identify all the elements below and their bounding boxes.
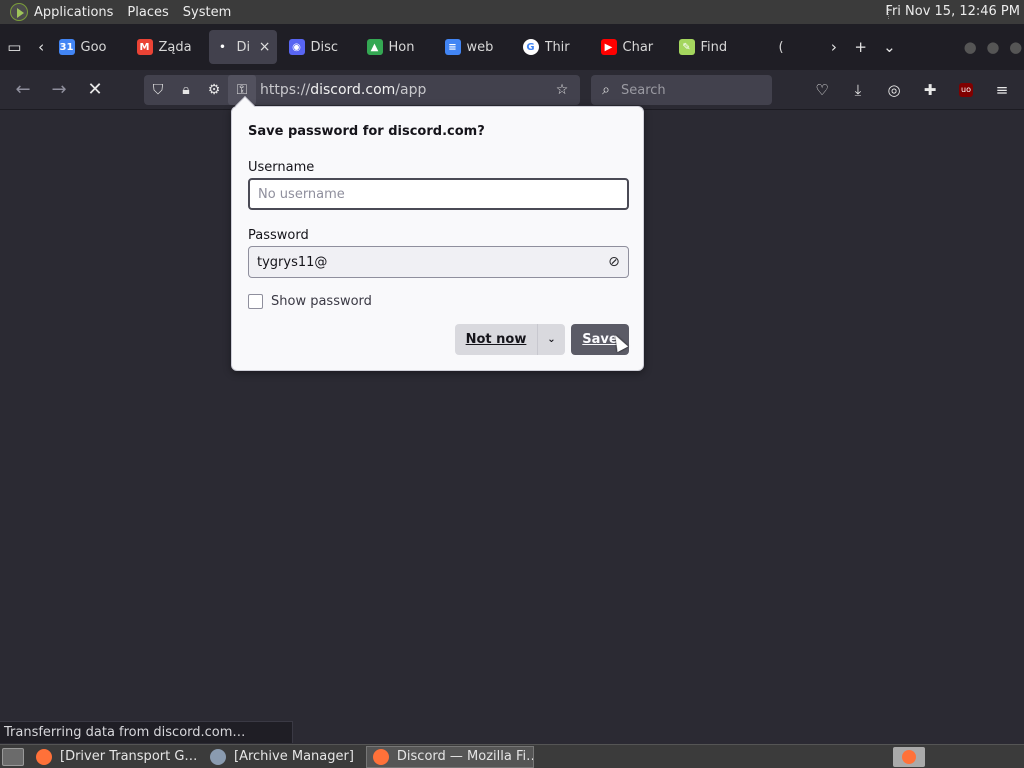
username-input[interactable]	[248, 178, 629, 210]
popup-title: Save password for discord.com?	[248, 124, 485, 139]
back-arrow-icon[interactable]: ←	[8, 75, 38, 105]
pen-icon: ✎	[678, 39, 695, 55]
close-tab-icon[interactable]: ×	[259, 39, 271, 55]
navigation-toolbar: ← → ✕ ⛉ 🔒︎ ⚙ ⚿ https://discord.com/app ☆…	[0, 70, 1024, 110]
password-label: Password	[248, 228, 309, 243]
firefox-icon	[902, 750, 916, 764]
save-password-popup: Save password for discord.com? Username …	[231, 96, 644, 371]
tab-4[interactable]: ▲ Hon	[361, 30, 433, 64]
tab-label: Di	[236, 39, 251, 55]
tracking-protection-shield-icon[interactable]: ⛉	[144, 75, 172, 105]
tab-label: web	[466, 39, 494, 55]
tab-8[interactable]: ✎ Find	[673, 30, 745, 64]
partial-tab-icon	[756, 39, 773, 55]
list-all-tabs-icon[interactable]: ⌄	[881, 34, 898, 60]
search-placeholder: Search	[621, 82, 666, 98]
google-docs-icon: 31	[58, 39, 75, 55]
lock-icon[interactable]: 🔒︎	[172, 75, 200, 105]
tray-firefox[interactable]	[893, 747, 925, 767]
tab-label: Żąda	[158, 39, 192, 55]
bookmark-star-icon[interactable]: ☆	[548, 75, 576, 105]
close-window-icon[interactable]: ●	[1007, 34, 1024, 60]
tab-5[interactable]: ≡ web	[439, 30, 511, 64]
maximize-window-icon[interactable]: ●	[985, 34, 1002, 60]
tab-1[interactable]: M Żąda	[131, 30, 203, 64]
tab-label: Goo	[80, 39, 107, 55]
tab-label: Disc	[310, 39, 339, 55]
password-value[interactable]: tygrys11@	[249, 255, 600, 270]
ublock-origin-icon[interactable]: uo	[948, 75, 984, 105]
clock[interactable]: Fri Nov 15, 12:46 PM	[885, 4, 1020, 19]
search-icon: ⌕	[602, 82, 610, 98]
show-password-checkbox[interactable]	[248, 294, 263, 309]
discord-icon: ◉	[288, 39, 305, 55]
tabs-scroll-right-icon[interactable]: ›	[826, 34, 843, 60]
hide-password-eye-icon[interactable]: ⊘	[600, 254, 628, 270]
show-password-row[interactable]: Show password	[248, 294, 372, 309]
distro-logo-icon[interactable]	[10, 3, 28, 21]
bottom-taskbar: [Driver Transport G… [Archive Manager] Dis…	[0, 744, 1024, 768]
taskbar-item-1[interactable]: [Archive Manager]	[204, 746, 360, 768]
top-panel: Applications Places System Fri Nov 15, 1…	[0, 0, 1024, 24]
app-icon	[210, 748, 226, 765]
stop-loading-icon[interactable]: ✕	[80, 75, 110, 105]
tab-label: Find	[700, 39, 728, 55]
toolbar-right: ♡ ⤓ ◎ ✚ uo ≡	[804, 75, 1020, 105]
menu-places[interactable]: Places	[127, 5, 168, 20]
google-drive-icon: ▲	[366, 39, 383, 55]
password-field[interactable]: tygrys11@ ⊘	[248, 246, 629, 278]
taskbar-item-label: [Archive Manager]	[234, 749, 354, 764]
taskbar-item-0[interactable]: [Driver Transport G…	[30, 746, 198, 768]
search-bar[interactable]: ⌕ Search	[591, 75, 772, 105]
app-menu-hamburger-icon[interactable]: ≡	[984, 75, 1020, 105]
menu-system[interactable]: System	[183, 5, 231, 20]
task-list: [Driver Transport G… [Archive Manager] Dis…	[24, 745, 534, 768]
tab-label: Char	[622, 39, 654, 55]
tab-strip: ▭ ‹ 31 Goo M Żąda • Di × ◉ Disc ▲ Hon ≡ web G Thir ▶ Cha…	[0, 24, 1024, 70]
not-now-label[interactable]: Not now	[455, 332, 537, 347]
tab-label: Hon	[388, 39, 415, 55]
pocket-icon[interactable]: ♡	[804, 75, 840, 105]
tab-2[interactable]: • Di ×	[208, 30, 277, 64]
google-icon: G	[522, 39, 539, 55]
tab-3[interactable]: ◉ Disc	[283, 30, 355, 64]
url-text[interactable]: https://discord.com/app	[260, 82, 548, 98]
username-label: Username	[248, 160, 315, 175]
app-icon	[36, 748, 52, 765]
show-desktop-icon[interactable]	[2, 747, 24, 766]
app-icon	[372, 748, 389, 765]
new-tab-icon[interactable]: +	[852, 34, 869, 60]
menu-applications[interactable]: Applications	[34, 5, 113, 20]
tab-7[interactable]: ▶ Char	[595, 30, 667, 64]
google-docs-icon: ≡	[444, 39, 461, 55]
show-password-label[interactable]: Show password	[271, 294, 372, 309]
minimize-window-icon[interactable]: ●	[962, 34, 979, 60]
taskbar-item-label: [Driver Transport G…	[60, 749, 198, 764]
taskbar-item-2[interactable]: Discord — Mozilla Fi…	[365, 745, 534, 768]
loading-dot-icon: •	[214, 39, 231, 55]
forward-arrow-icon[interactable]: →	[44, 75, 74, 105]
tab-6[interactable]: G Thir	[517, 30, 589, 64]
tab-0[interactable]: 31 Goo	[53, 30, 125, 64]
taskbar-item-label: Discord — Mozilla Fi…	[396, 749, 534, 764]
extensions-puzzle-icon[interactable]: ✚	[912, 75, 948, 105]
account-icon[interactable]: ◎	[876, 75, 912, 105]
chevron-down-icon[interactable]: ⌄	[537, 324, 565, 355]
tab-9[interactable]: (	[751, 30, 823, 64]
url-bar[interactable]: ⛉ 🔒︎ ⚙ ⚿ https://discord.com/app ☆	[144, 75, 580, 105]
gmail-icon: M	[136, 39, 153, 55]
tab-label: (	[778, 39, 784, 55]
youtube-icon: ▶	[600, 39, 617, 55]
status-text: Transferring data from discord.com…	[0, 721, 293, 743]
downloads-icon[interactable]: ⤓	[840, 75, 876, 105]
not-now-button[interactable]: Not now ⌄	[455, 324, 565, 355]
permissions-icon[interactable]: ⚙	[200, 75, 228, 105]
tabs-scroll-left-icon[interactable]: ‹	[33, 34, 50, 60]
tab-label: Thir	[544, 39, 570, 55]
firefox-view-icon[interactable]: ▭	[6, 34, 23, 60]
tabs-container: 31 Goo M Żąda • Di × ◉ Disc ▲ Hon ≡ web G Thir ▶ Char ✎ Fi…	[50, 30, 826, 64]
